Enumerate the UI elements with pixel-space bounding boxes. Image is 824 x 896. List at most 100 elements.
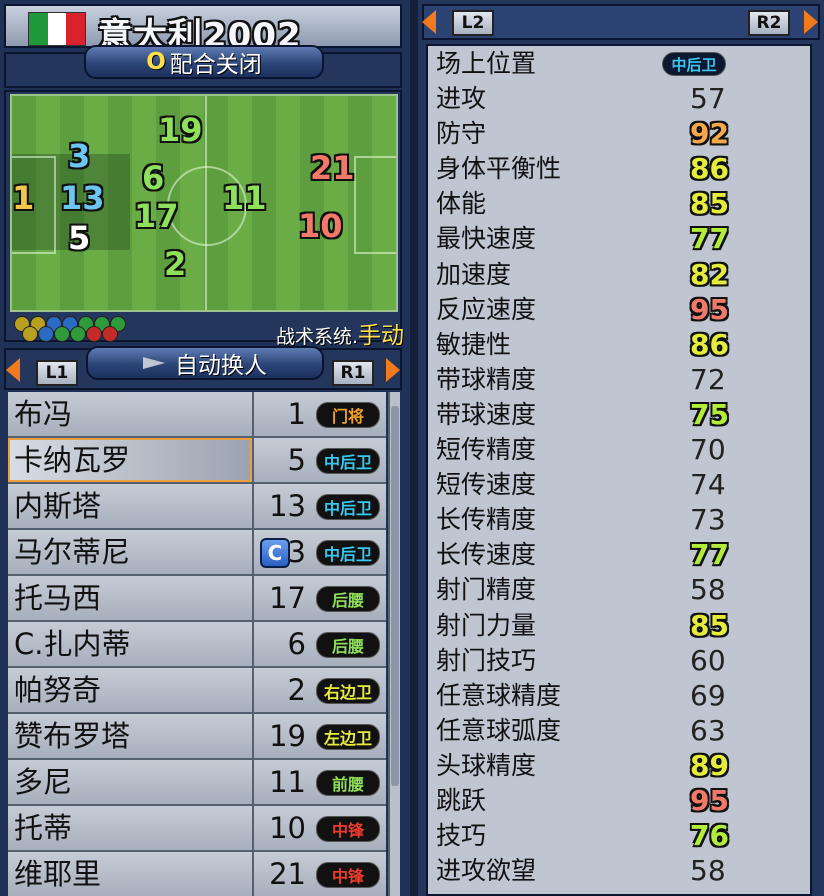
stat-label: 任意球弧度 bbox=[436, 715, 562, 745]
stat-value: 58 bbox=[690, 573, 726, 607]
stat-row: 跳跃 95 bbox=[428, 783, 810, 818]
position-badge: 后腰 bbox=[316, 632, 380, 658]
roster-row[interactable]: 托蒂 10 中锋 bbox=[8, 806, 386, 852]
stat-value: 82 bbox=[690, 257, 729, 291]
position-badge: 中后卫 bbox=[662, 52, 726, 76]
teamwork-toggle-button[interactable]: O 配合关闭 bbox=[84, 45, 324, 79]
r2-button[interactable]: R2 bbox=[748, 10, 790, 36]
stat-value: 74 bbox=[690, 468, 726, 502]
stat-row: 进攻欲望 58 bbox=[428, 853, 810, 888]
player-number: 3 bbox=[287, 535, 306, 569]
stat-row: 射门力量 85 bbox=[428, 608, 810, 643]
stat-row: 防守 92 bbox=[428, 116, 810, 151]
pitch-player[interactable]: 3 bbox=[68, 140, 90, 172]
formation-dot bbox=[38, 326, 54, 342]
roster-row[interactable]: C.扎内蒂 6 后腰 bbox=[8, 622, 386, 668]
roster-row[interactable]: 帕努奇 2 右边卫 bbox=[8, 668, 386, 714]
stat-value: 70 bbox=[690, 433, 726, 467]
pitch-player[interactable]: 13 bbox=[60, 182, 105, 214]
stat-label: 射门力量 bbox=[436, 610, 537, 640]
captain-icon: C bbox=[260, 538, 290, 568]
roster-row[interactable]: 托马西 17 后腰 bbox=[8, 576, 386, 622]
pitch-player[interactable]: 6 bbox=[142, 162, 164, 194]
position-badge: 中锋 bbox=[316, 816, 380, 842]
position-badge: 中后卫 bbox=[316, 494, 380, 520]
stat-row: 任意球弧度 63 bbox=[428, 713, 810, 748]
formation-dot bbox=[86, 326, 102, 342]
stat-label: 跳跃 bbox=[436, 785, 487, 815]
pitch-player[interactable]: 2 bbox=[164, 248, 186, 280]
play-arrow-icon bbox=[143, 357, 165, 369]
stat-value: 60 bbox=[690, 643, 726, 677]
stat-row: 进攻 57 bbox=[428, 81, 810, 116]
roster-scrollbar[interactable] bbox=[388, 392, 400, 896]
stat-value: 76 bbox=[690, 819, 729, 853]
stat-value: 75 bbox=[690, 397, 729, 431]
stat-row: 最快速度 77 bbox=[428, 221, 810, 256]
stat-value: 85 bbox=[690, 187, 729, 221]
stat-row: 加速度 82 bbox=[428, 257, 810, 292]
roster-row[interactable]: 赞布罗塔 19 左边卫 bbox=[8, 714, 386, 760]
stat-value: 89 bbox=[690, 748, 729, 782]
roster-row[interactable]: 多尼 11 前腰 bbox=[8, 760, 386, 806]
pitch-player[interactable]: 19 bbox=[158, 114, 203, 146]
player-name: 托马西 bbox=[8, 576, 254, 620]
formation-dot bbox=[54, 326, 70, 342]
l1-button[interactable]: L1 bbox=[36, 360, 78, 386]
tactics-system[interactable]: 战术系统.手动 bbox=[276, 316, 404, 350]
flag-stripe-white bbox=[47, 13, 67, 45]
stat-label: 带球速度 bbox=[436, 399, 537, 429]
stat-label: 射门技巧 bbox=[436, 645, 537, 675]
roster-row[interactable]: 马尔蒂尼 3 C 中后卫 bbox=[8, 530, 386, 576]
stat-value: 92 bbox=[690, 117, 729, 151]
player-name: 布冯 bbox=[8, 392, 254, 436]
roster-row-selected[interactable]: 卡纳瓦罗 5 中后卫 bbox=[8, 438, 386, 484]
pitch-player[interactable]: 21 bbox=[310, 152, 355, 184]
stat-label: 头球精度 bbox=[436, 750, 537, 780]
pitch-player[interactable]: 11 bbox=[222, 182, 267, 214]
stat-value: 69 bbox=[690, 678, 726, 712]
stat-row: 体能 85 bbox=[428, 186, 810, 221]
roster-row[interactable]: 内斯塔 13 中后卫 bbox=[8, 484, 386, 530]
arrow-left-icon[interactable] bbox=[422, 10, 436, 34]
stat-label: 体能 bbox=[436, 189, 487, 219]
formation-pitch[interactable]: 19 3 21 6 1 13 11 17 10 5 2 bbox=[10, 94, 398, 312]
position-badge: 前腰 bbox=[316, 770, 380, 796]
stat-label: 进攻 bbox=[436, 84, 487, 114]
player-number: 19 bbox=[269, 719, 306, 753]
stat-label: 短传速度 bbox=[436, 470, 537, 500]
stat-row: 反应速度 95 bbox=[428, 292, 810, 327]
stat-value: 95 bbox=[690, 783, 729, 817]
arrow-right-icon[interactable] bbox=[386, 358, 400, 382]
stat-label: 最快速度 bbox=[436, 224, 537, 254]
stat-label: 射门精度 bbox=[436, 575, 537, 605]
player-name: 帕努奇 bbox=[8, 668, 254, 712]
stat-value: 95 bbox=[690, 292, 729, 326]
pitch-player[interactable]: 1 bbox=[12, 182, 34, 214]
player-stats-panel: L2 R2 场上位置 中后卫 进攻 57 防守 92 身体平衡性 86 体能 85 最快速度 77 加速… bbox=[418, 0, 824, 896]
position-badge: 门将 bbox=[316, 402, 380, 428]
team-header: 意大利2002 bbox=[4, 4, 402, 56]
arrow-left-icon[interactable] bbox=[6, 358, 20, 382]
stat-label: 防守 bbox=[436, 119, 487, 149]
position-badge: 中锋 bbox=[316, 862, 380, 888]
auto-substitution-button[interactable]: 自动换人 bbox=[86, 346, 324, 380]
stat-label: 加速度 bbox=[436, 259, 512, 289]
roster-row[interactable]: 布冯 1 门将 bbox=[8, 392, 386, 438]
l2-button[interactable]: L2 bbox=[452, 10, 494, 36]
stat-row: 短传速度 74 bbox=[428, 467, 810, 502]
stat-value: 77 bbox=[690, 222, 729, 256]
player-number: 10 bbox=[269, 811, 306, 845]
stat-label: 反应速度 bbox=[436, 294, 537, 324]
roster-row[interactable]: 维耶里 21 中锋 bbox=[8, 852, 386, 896]
italy-flag-icon bbox=[28, 12, 86, 46]
pitch-player[interactable]: 17 bbox=[134, 200, 179, 232]
player-name: 卡纳瓦罗 bbox=[8, 438, 254, 482]
player-number: 11 bbox=[269, 765, 306, 799]
pitch-player[interactable]: 10 bbox=[298, 210, 343, 242]
arrow-right-icon[interactable] bbox=[804, 10, 818, 34]
scrollbar-thumb[interactable] bbox=[391, 406, 399, 786]
pitch-player[interactable]: 5 bbox=[68, 222, 90, 254]
r1-button[interactable]: R1 bbox=[332, 360, 374, 386]
formation-dot bbox=[70, 326, 86, 342]
